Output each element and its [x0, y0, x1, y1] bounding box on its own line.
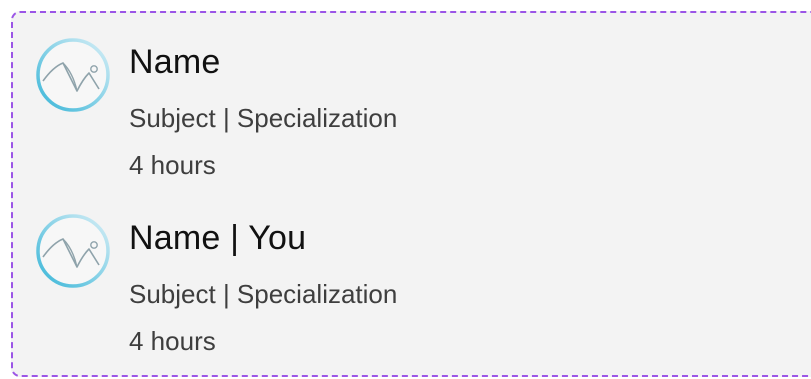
user-name: Name | You	[129, 219, 307, 257]
avatar	[33, 33, 117, 117]
duration-text: 4 hours	[129, 326, 216, 356]
duration-text: 4 hours	[129, 150, 216, 180]
subject-specialization: Subject | Specialization	[129, 103, 398, 133]
user-name: Name	[129, 43, 221, 81]
image-placeholder-icon	[36, 214, 110, 288]
user-list-container: Name Subject | Specialization 4 hours Na…	[11, 11, 811, 377]
image-placeholder-icon	[36, 38, 110, 112]
subject-specialization: Subject | Specialization	[129, 279, 398, 309]
avatar	[33, 209, 117, 293]
